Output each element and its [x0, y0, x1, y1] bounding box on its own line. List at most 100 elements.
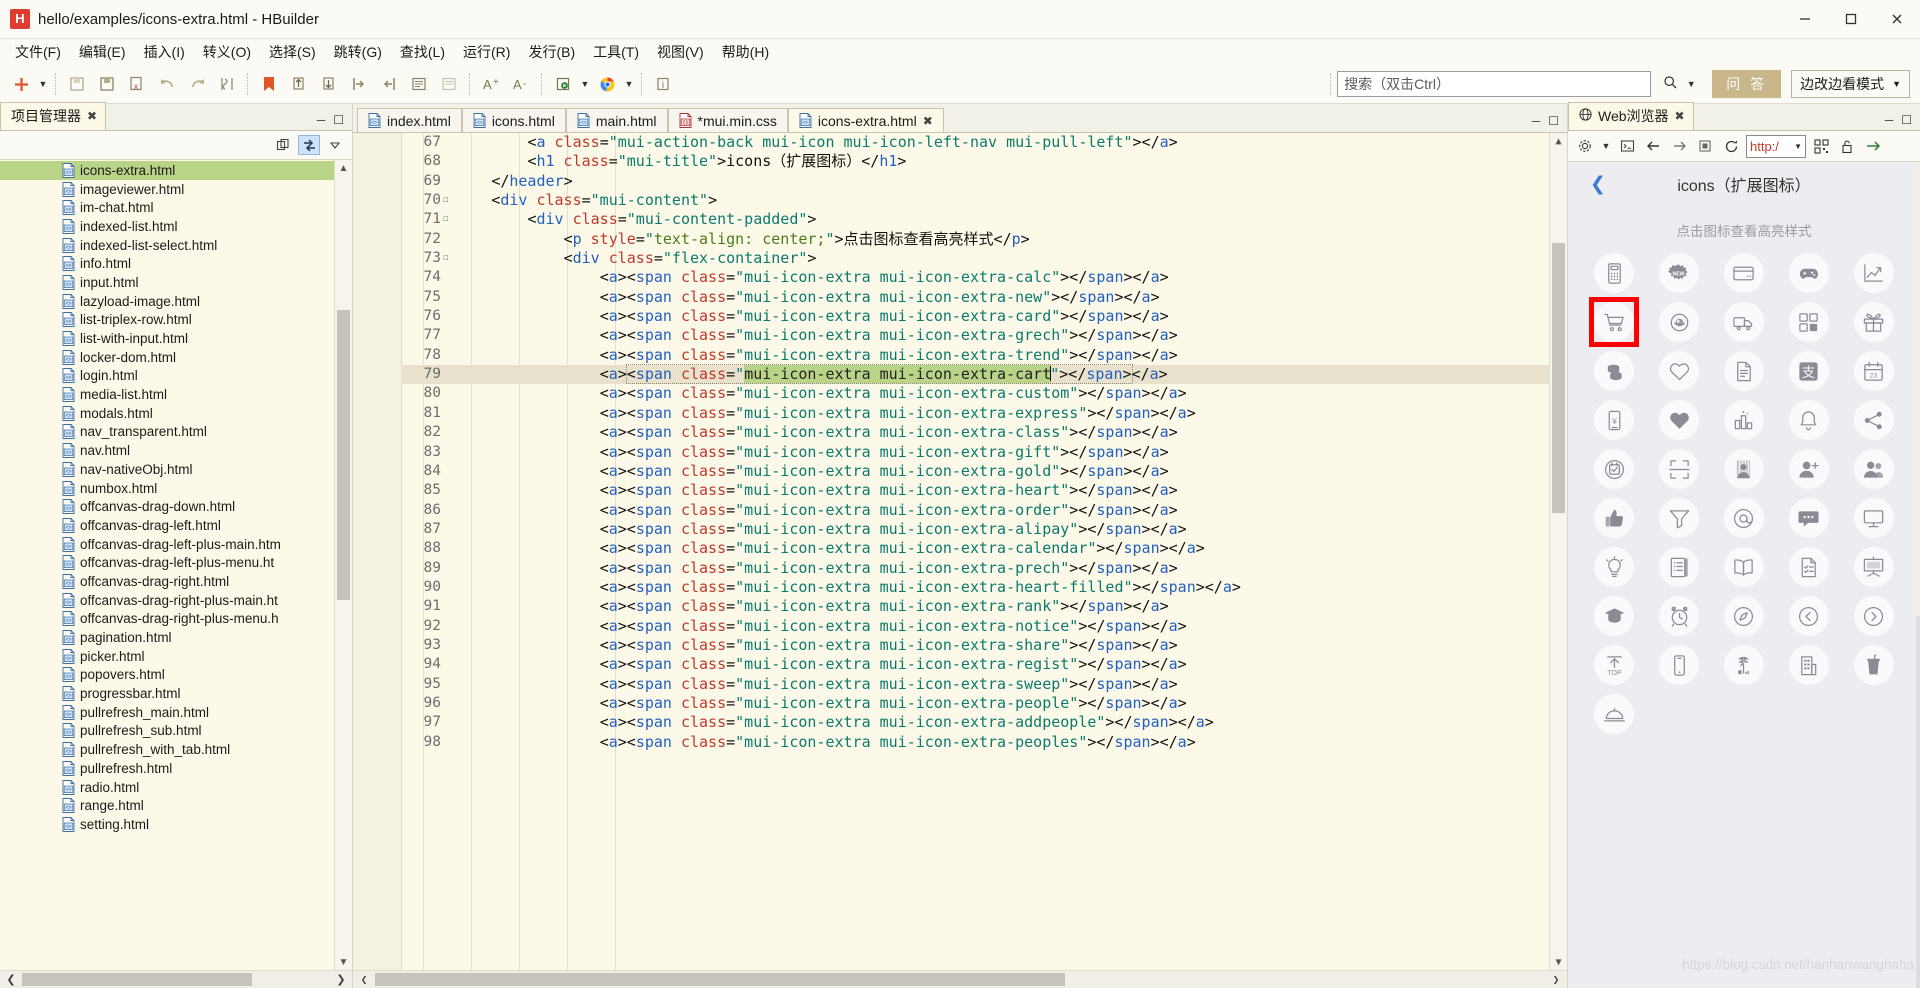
icon-cell-back-circle[interactable] — [1776, 593, 1841, 639]
file-tree-item[interactable]: <> radio.html — [0, 778, 335, 797]
code-line[interactable]: 77 <a><span class="mui-icon-extra mui-ic… — [401, 326, 1550, 345]
stop-icon[interactable] — [1694, 135, 1716, 157]
tab-web-browser[interactable]: Web浏览器 ✖ — [1568, 102, 1694, 130]
read-icon[interactable] — [1723, 547, 1764, 587]
menu-run[interactable]: 运行(R) — [454, 39, 519, 65]
at-icon[interactable] — [1723, 498, 1764, 538]
menu-publish[interactable]: 发行(B) — [519, 39, 584, 65]
maximize-panel-icon[interactable]: ☐ — [1901, 113, 1912, 127]
icon-cell-people[interactable] — [1712, 446, 1777, 492]
icon-cell-comment[interactable] — [1776, 495, 1841, 541]
monitor-icon[interactable] — [1853, 498, 1894, 538]
code-line[interactable]: 67 <a class="mui-action-back mui-icon mu… — [401, 133, 1550, 152]
increase-font-icon[interactable]: A + — [476, 70, 506, 98]
file-tree-item[interactable]: <> offcanvas-drag-left-plus-menu.ht — [0, 553, 335, 572]
icon-cell-addpeople[interactable] — [1776, 446, 1841, 492]
code-line[interactable]: 93 <a><span class="mui-icon-extra mui-ic… — [401, 636, 1550, 655]
icon-cell-cart[interactable] — [1582, 299, 1647, 345]
file-tree-item[interactable]: <> picker.html — [0, 647, 335, 666]
travel-icon[interactable] — [1723, 645, 1764, 685]
icon-cell-at[interactable] — [1712, 495, 1777, 541]
alipay-icon[interactable]: 支 — [1788, 351, 1829, 391]
top-icon[interactable]: TOP — [1594, 645, 1635, 685]
icon-cell-travel[interactable] — [1712, 642, 1777, 688]
new-file-dropdown-icon[interactable]: ▼ — [36, 70, 50, 98]
link-with-editor-icon[interactable] — [298, 135, 320, 155]
menu-edit[interactable]: 编辑(E) — [70, 39, 135, 65]
phone-icon[interactable] — [1659, 645, 1700, 685]
heart-icon[interactable] — [1659, 351, 1700, 391]
icon-cell-idea[interactable] — [1582, 544, 1647, 590]
menu-goto[interactable]: 跳转(G) — [325, 39, 391, 65]
fold-marker-icon[interactable]: ☐ — [443, 249, 448, 268]
close-icon[interactable]: ✖ — [87, 109, 97, 123]
icon-cell-share[interactable] — [1841, 397, 1906, 443]
close-icon[interactable]: ✖ — [923, 114, 933, 128]
open-external-icon[interactable] — [1862, 135, 1884, 157]
code-line[interactable]: 97 <a><span class="mui-icon-extra mui-ic… — [401, 713, 1550, 732]
icon-cell-class[interactable] — [1776, 299, 1841, 345]
file-tree-item[interactable]: <> offcanvas-drag-left.html — [0, 516, 335, 535]
file-tree-item[interactable]: <> info.html — [0, 254, 335, 273]
search-input[interactable]: 搜索（双击Ctrl） — [1337, 71, 1652, 97]
code-line[interactable]: 82 <a><span class="mui-icon-extra mui-ic… — [401, 423, 1550, 442]
rank-icon[interactable] — [1723, 400, 1764, 440]
file-tree-item[interactable]: <> imageviewer.html — [0, 180, 335, 199]
heart-filled-icon[interactable] — [1659, 400, 1700, 440]
scroll-right-icon[interactable]: ❯ — [330, 973, 352, 986]
regist-icon[interactable] — [1594, 449, 1635, 489]
filter-icon[interactable] — [1659, 498, 1700, 538]
file-tree-item[interactable]: <> im-chat.html — [0, 198, 335, 217]
cart-icon[interactable] — [1594, 302, 1635, 342]
menu-tools[interactable]: 工具(T) — [584, 39, 648, 65]
close-button[interactable] — [1874, 0, 1920, 38]
file-tree-item[interactable]: <> nav-nativeObj.html — [0, 460, 335, 479]
code-line[interactable]: 94 <a><span class="mui-icon-extra mui-ic… — [401, 655, 1550, 674]
file-tree-item[interactable]: <> offcanvas-drag-left-plus-main.htm — [0, 535, 335, 554]
file-tree-item[interactable]: <> offcanvas-drag-down.html — [0, 497, 335, 516]
search-dropdown-icon[interactable]: ▼ — [1684, 70, 1698, 98]
icon-cell-forward-circle[interactable] — [1841, 593, 1906, 639]
code-line[interactable]: 78 <a><span class="mui-icon-extra mui-ic… — [401, 346, 1550, 365]
hscroll-thumb[interactable] — [22, 973, 252, 986]
custom-icon[interactable] — [1659, 302, 1700, 342]
minimize-button[interactable] — [1782, 0, 1828, 38]
comment-icon[interactable] — [404, 70, 434, 98]
bookmark-icon[interactable] — [254, 70, 284, 98]
collapse-all-icon[interactable] — [272, 135, 294, 155]
editor-hscrollbar[interactable]: ❮ ❯ — [353, 970, 1567, 988]
editor-scroll-down-icon[interactable]: ▼ — [1550, 954, 1567, 971]
people-icon[interactable] — [1723, 449, 1764, 489]
like-icon[interactable] — [1594, 498, 1635, 538]
sweep-icon[interactable] — [1659, 449, 1700, 489]
drink-icon[interactable] — [1853, 645, 1894, 685]
maximize-panel-icon[interactable]: ☐ — [1548, 114, 1559, 128]
file-tree-item[interactable]: <> login.html — [0, 367, 335, 386]
notice-icon[interactable] — [1788, 400, 1829, 440]
code-line[interactable]: 89 <a><span class="mui-icon-extra mui-ic… — [401, 559, 1550, 578]
new-icon[interactable]: NEW — [1659, 253, 1700, 293]
icon-cell-gold[interactable] — [1582, 348, 1647, 394]
icon-cell-calendar[interactable]: 23 — [1841, 348, 1906, 394]
code-line[interactable]: 98 <a><span class="mui-icon-extra mui-ic… — [401, 733, 1550, 752]
file-tree-item[interactable]: <> numbox.html — [0, 479, 335, 498]
file-tree[interactable]: <> icons-extra.html <> imageviewer.html <> im… — [0, 160, 335, 971]
icon-cell-book[interactable] — [1647, 544, 1712, 590]
food-icon[interactable] — [1594, 694, 1635, 734]
file-tree-item[interactable]: <> progressbar.html — [0, 684, 335, 703]
icon-cell-order[interactable] — [1712, 348, 1777, 394]
info-icon[interactable]: i — [648, 70, 678, 98]
url-input[interactable]: http:/ ▼ — [1746, 134, 1806, 158]
editor-scroll-right-icon[interactable]: ❯ — [1545, 973, 1567, 986]
file-tree-item[interactable]: <> setting.html — [0, 815, 335, 834]
scroll-left-icon[interactable]: ❮ — [0, 973, 22, 986]
icon-cell-peoples[interactable] — [1841, 446, 1906, 492]
comment-icon[interactable] — [1788, 498, 1829, 538]
panel-menu-icon[interactable] — [324, 135, 346, 155]
file-tree-item[interactable]: <> input.html — [0, 273, 335, 292]
card-icon[interactable] — [1723, 253, 1764, 293]
menu-find[interactable]: 查找(L) — [391, 39, 454, 65]
file-tree-item[interactable]: <> popovers.html — [0, 666, 335, 685]
qrcode-icon[interactable] — [1810, 135, 1832, 157]
tab-project-manager[interactable]: 项目管理器 ✖ — [0, 102, 107, 130]
